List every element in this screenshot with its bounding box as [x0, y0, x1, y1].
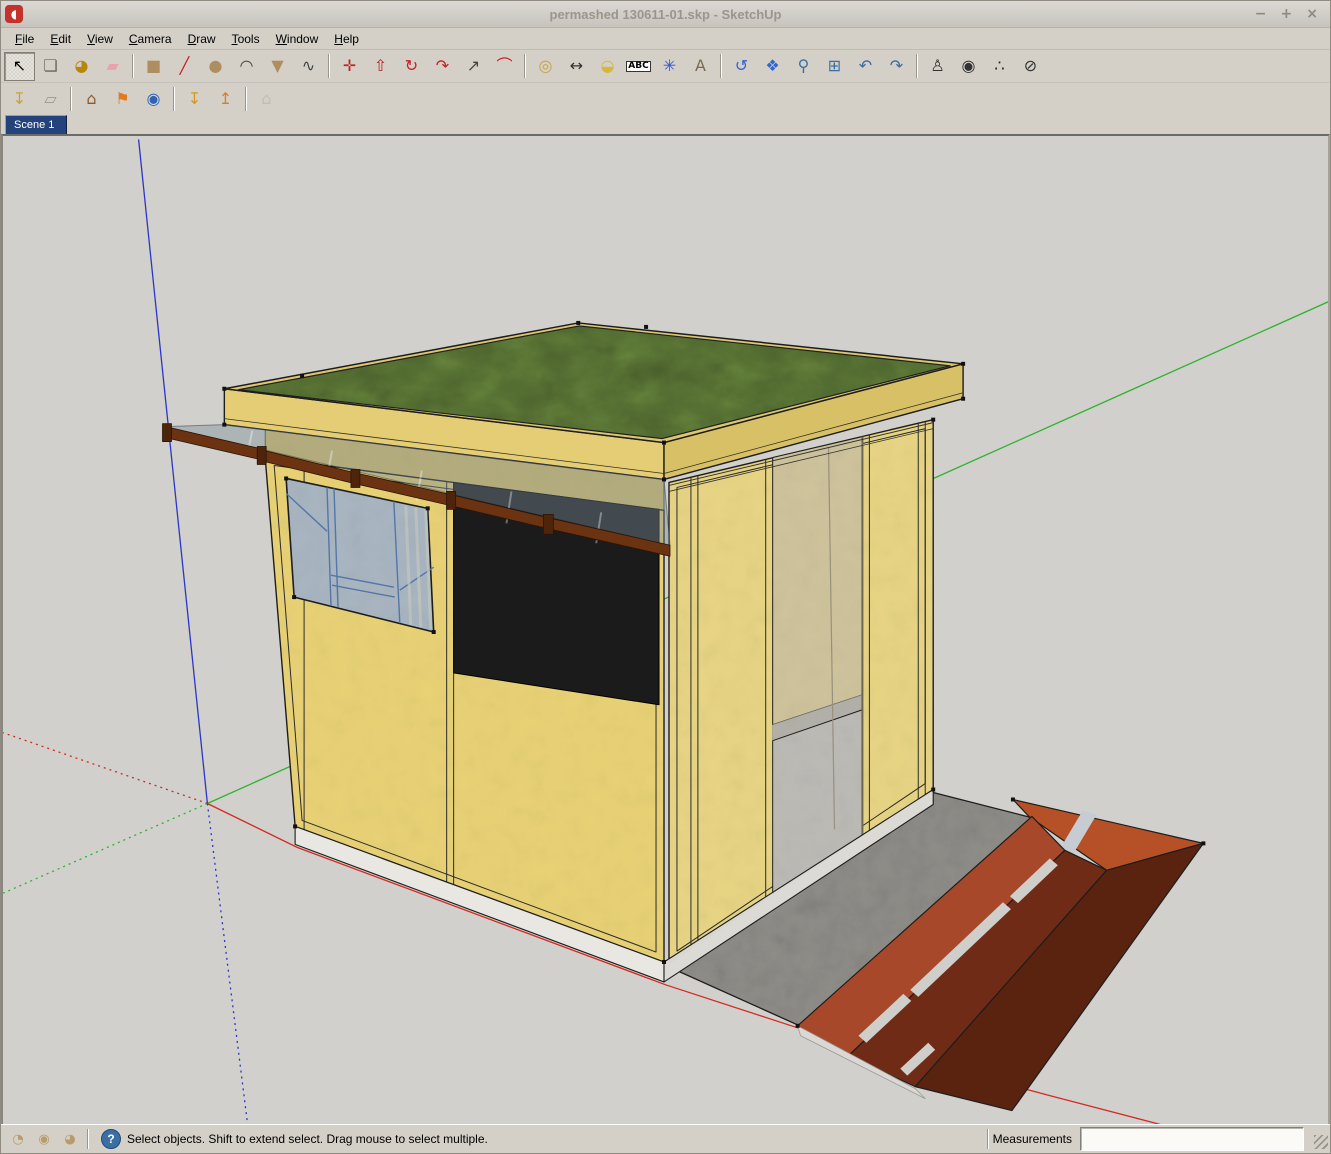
credits-status-icon[interactable]: ◉ — [34, 1129, 54, 1149]
measurements-label: Measurements — [993, 1132, 1072, 1146]
status-separator — [987, 1129, 989, 1149]
orbit-tool[interactable]: ↺ — [726, 52, 757, 81]
status-message: Select objects. Shift to extend select. … — [127, 1132, 488, 1146]
pan-tool[interactable]: ❖ — [757, 52, 788, 81]
toolbar-separator — [328, 54, 330, 78]
components-button[interactable]: ⌂ — [251, 84, 282, 113]
scale-tool[interactable]: ↗ — [458, 52, 489, 81]
toolbar-separator — [245, 87, 247, 111]
text-tool[interactable]: ABC — [623, 52, 654, 81]
zoom-extents-tool[interactable]: ⊞ — [819, 52, 850, 81]
minimize-button[interactable]: − — [1255, 6, 1267, 22]
rotate-tool[interactable]: ↻ — [396, 52, 427, 81]
get-models-button[interactable]: ↧ — [179, 84, 210, 113]
polygon-tool[interactable]: ▼ — [262, 52, 293, 81]
select-tool[interactable]: ↖ — [4, 52, 35, 81]
tape-measure-tool[interactable]: ◎ — [530, 52, 561, 81]
position-camera-tool[interactable]: ♙ — [922, 52, 953, 81]
measurements-input[interactable] — [1080, 1127, 1304, 1151]
get-current-view-button[interactable]: ↧ — [4, 84, 35, 113]
toolbar-separator — [916, 54, 918, 78]
circle-tool[interactable]: ● — [200, 52, 231, 81]
walk-tool[interactable]: ∴ — [984, 52, 1015, 81]
model-viewport[interactable] — [1, 134, 1330, 1124]
status-separator — [87, 1129, 89, 1149]
paint-bucket-tool[interactable]: ◕ — [66, 52, 97, 81]
move-tool[interactable]: ✛ — [334, 52, 365, 81]
dimension-tool[interactable]: ↔ — [561, 52, 592, 81]
menu-item[interactable]: Tools — [224, 30, 268, 48]
close-button[interactable]: × — [1306, 6, 1318, 22]
menu-item[interactable]: Edit — [42, 30, 79, 48]
offset-tool[interactable]: ⌒ — [489, 52, 520, 81]
titlebar: ◖ permashed 130611-01.skp - SketchUp − +… — [1, 1, 1330, 28]
push-pull-tool[interactable]: ⇧ — [365, 52, 396, 81]
sketchup-window: ◖ permashed 130611-01.skp - SketchUp − +… — [0, 0, 1331, 1154]
follow-me-tool[interactable]: ↷ — [427, 52, 458, 81]
menu-item[interactable]: Help — [326, 30, 367, 48]
menu-item[interactable]: Camera — [121, 30, 180, 48]
make-component-tool[interactable]: ❏ — [35, 52, 66, 81]
menu-item[interactable]: View — [79, 30, 121, 48]
menu-item[interactable]: Window — [268, 30, 327, 48]
sketchup-logo-icon: ◖ — [5, 5, 23, 23]
3d-text-tool[interactable]: A — [685, 52, 716, 81]
zoom-tool[interactable]: ⚲ — [788, 52, 819, 81]
menu-item[interactable]: Draw — [180, 30, 224, 48]
toolbar-separator — [720, 54, 722, 78]
protractor-tool[interactable]: ◒ — [592, 52, 623, 81]
model-canvas[interactable] — [3, 136, 1330, 1124]
look-around-tool[interactable]: ◉ — [953, 52, 984, 81]
menu-item[interactable]: File — [7, 30, 42, 48]
secondary-toolbar: ↧ ▱ ⌂ ⚑ ◉ ↧ ↥ — [1, 83, 1330, 114]
menubar: File Edit View Camera Draw Tools Window … — [1, 28, 1330, 50]
toolbar-separator — [173, 87, 175, 111]
main-toolbar: ↖ ❏ ◕ ▰ ■ ╱ ● — [1, 50, 1330, 83]
photo-textures-button[interactable]: ⌂ — [76, 84, 107, 113]
next-view-tool[interactable]: ↷ — [881, 52, 912, 81]
maximize-button[interactable]: + — [1281, 6, 1293, 22]
toolbar-separator — [70, 87, 72, 111]
toolbar-separator — [132, 54, 134, 78]
statusbar: ◔ ◉ ◕ ? Select objects. Shift to extend … — [1, 1124, 1330, 1153]
line-tool[interactable]: ╱ — [169, 52, 200, 81]
scene-tab-1[interactable]: Scene 1 — [5, 115, 67, 134]
add-location-button[interactable]: ⚑ — [107, 84, 138, 113]
claim-credit-status-icon[interactable]: ◕ — [60, 1129, 80, 1149]
resize-grip[interactable] — [1314, 1135, 1328, 1149]
rectangle-tool[interactable]: ■ — [138, 52, 169, 81]
freehand-tool[interactable]: ∿ — [293, 52, 324, 81]
toolbar-separator — [524, 54, 526, 78]
google-earth-button[interactable]: ◉ — [138, 84, 169, 113]
eraser-tool[interactable]: ▰ — [97, 52, 128, 81]
share-model-button[interactable]: ↥ — [210, 84, 241, 113]
help-icon[interactable]: ? — [101, 1129, 121, 1149]
scene-tab-bar: Scene 1 — [1, 114, 1330, 134]
toggle-terrain-button[interactable]: ▱ — [35, 84, 66, 113]
geolocation-status-icon[interactable]: ◔ — [8, 1129, 28, 1149]
section-plane-tool[interactable]: ⊘ — [1015, 52, 1046, 81]
previous-view-tool[interactable]: ↶ — [850, 52, 881, 81]
axes-tool[interactable]: ✳ — [654, 52, 685, 81]
arc-tool[interactable]: ◠ — [231, 52, 262, 81]
window-title: permashed 130611-01.skp - SketchUp — [1, 7, 1330, 22]
